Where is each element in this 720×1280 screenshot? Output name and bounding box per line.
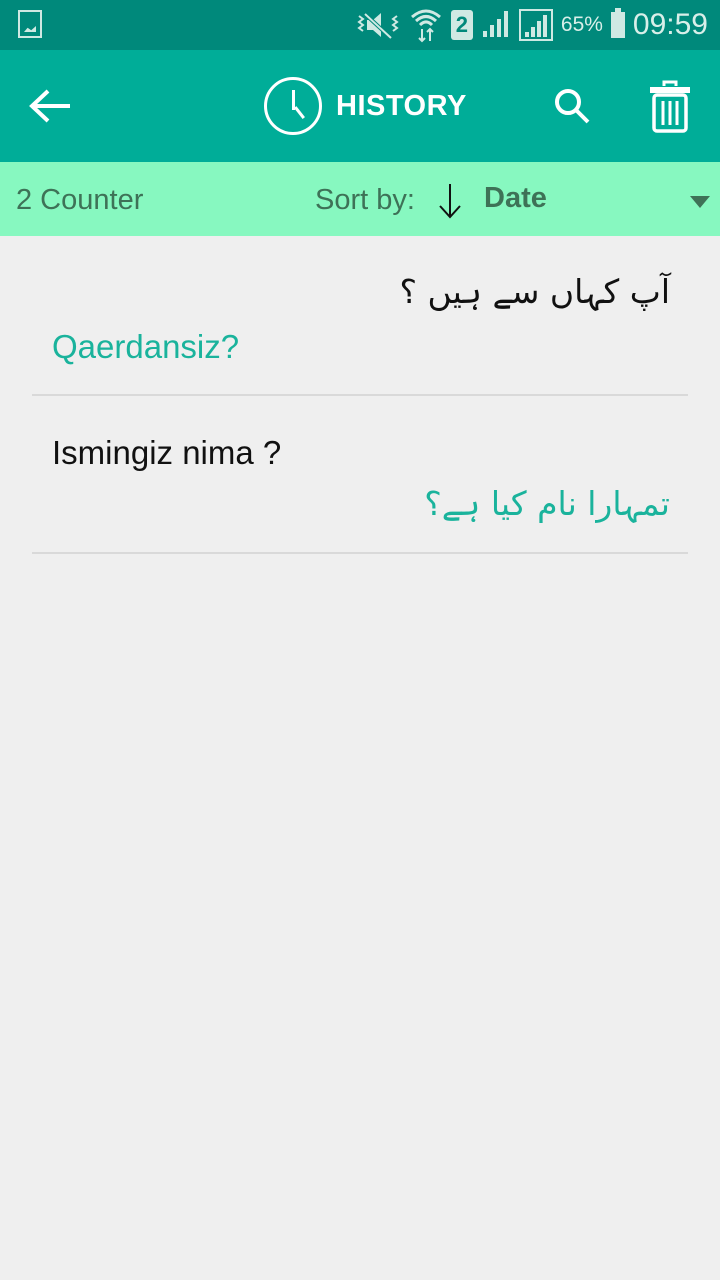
status-bar: 2 65% 09:59 [0, 0, 720, 50]
battery-charging-icon [610, 8, 625, 38]
history-counter: 2 Counter [16, 184, 144, 216]
signal-icon [481, 11, 511, 39]
clock-icon [264, 77, 322, 135]
history-translation-text: Qaerdansiz? [52, 328, 240, 365]
search-icon[interactable] [552, 86, 592, 126]
trash-icon[interactable] [648, 80, 692, 134]
signal-icon [518, 9, 553, 41]
sort-label: Sort by: [315, 184, 415, 216]
arrow-left-icon[interactable] [26, 86, 74, 126]
clock-time: 09:59 [632, 8, 708, 41]
vibrate-mute-icon [357, 12, 399, 40]
history-source-text: آپ کہاں سے ہیں ؟ [399, 272, 670, 311]
arrow-down-icon[interactable] [438, 182, 462, 220]
history-translation-text: تمہارا نام کیا ہے؟ [424, 484, 670, 523]
battery-percent: 65% [560, 13, 603, 36]
history-source-text: Ismingiz nima ? [52, 434, 282, 471]
app-toolbar: HISTORY [0, 50, 720, 162]
sort-bar: 2 Counter Sort by: Date [0, 162, 720, 236]
sim-2-icon: 2 [450, 10, 473, 40]
history-item[interactable]: آپ کہاں سے ہیں ؟ Qaerdansiz? [32, 250, 688, 396]
history-item[interactable]: Ismingiz nima ? تمہارا نام کیا ہے؟ [32, 396, 688, 554]
gallery-icon [18, 10, 42, 38]
page-title-group: HISTORY [264, 74, 467, 138]
wifi-icon [410, 9, 441, 43]
sort-value-dropdown[interactable]: Date [484, 182, 547, 215]
dropdown-caret-icon[interactable] [690, 196, 710, 208]
page-title: HISTORY [336, 89, 467, 122]
